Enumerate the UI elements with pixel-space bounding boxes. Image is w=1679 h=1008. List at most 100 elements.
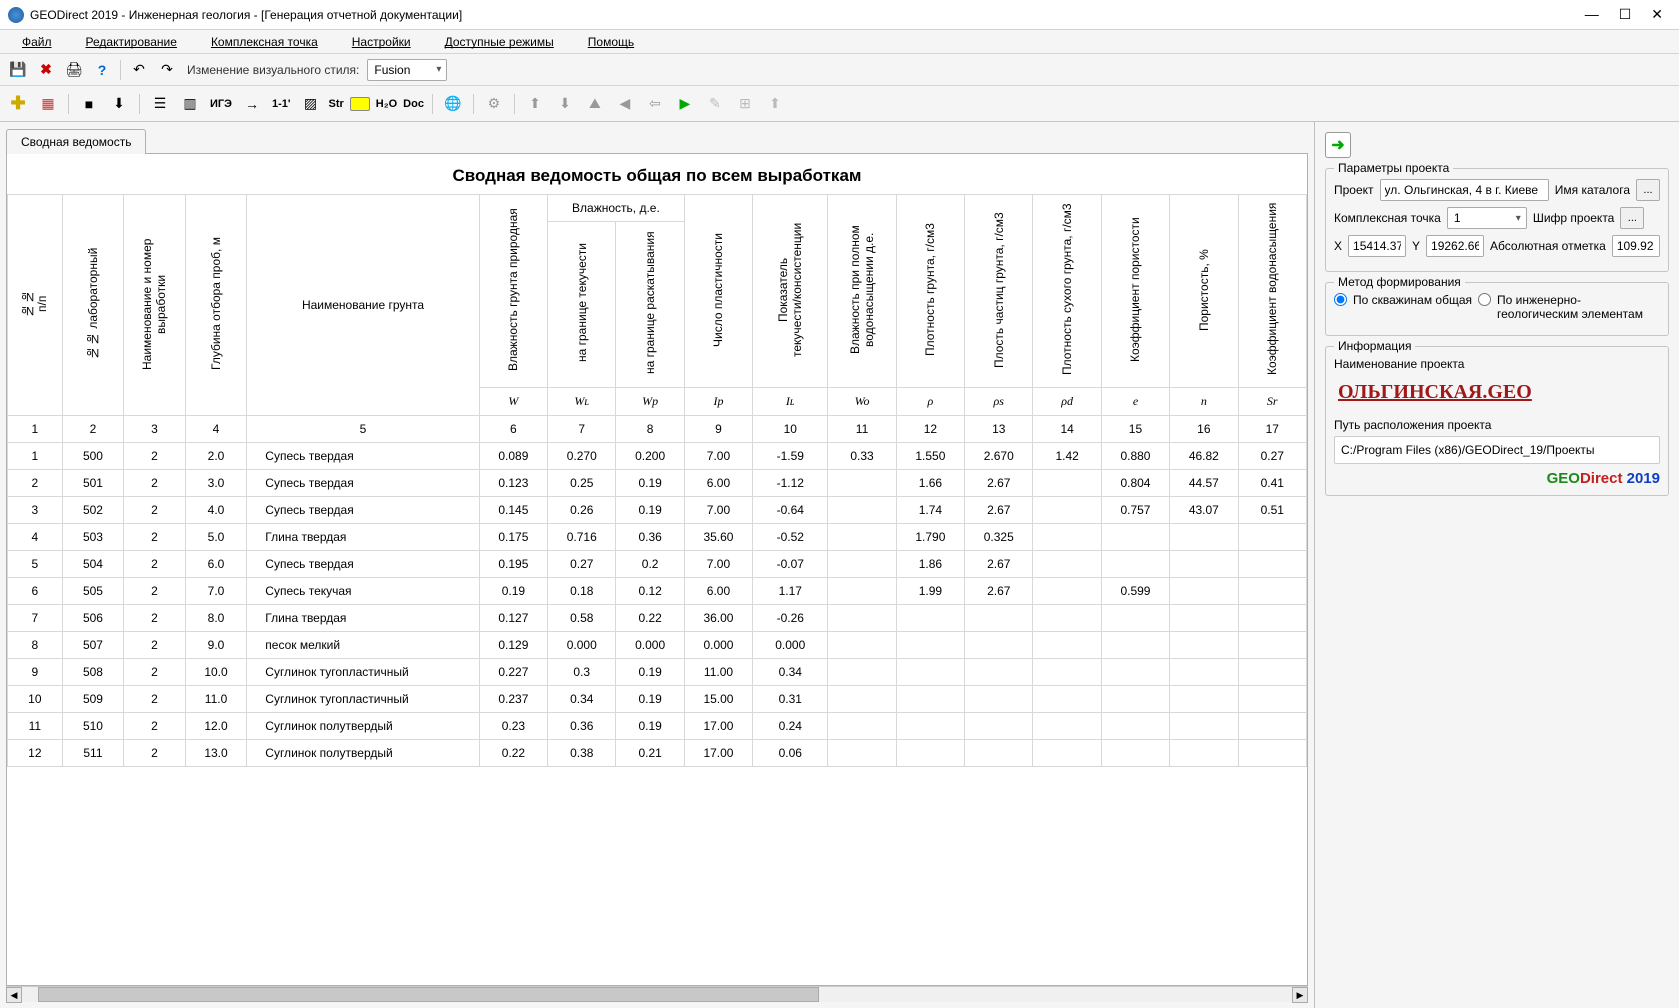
cell: Супесь текучая [247,578,479,605]
cell: 2 [124,659,186,686]
horizontal-scrollbar[interactable]: ◀ ▶ [6,986,1308,1002]
cell: 1.66 [896,470,964,497]
cell: 0.51 [1238,497,1306,524]
cell: 1 [8,443,63,470]
table-row[interactable]: 450325.0Глина твердая0.1750.7160.3635.60… [8,524,1307,551]
help-icon[interactable]: ? [90,58,114,82]
cipher-browse-button[interactable]: ... [1620,207,1644,229]
colnum-cell: 9 [684,416,752,443]
grid-icon[interactable]: ▦ [36,92,60,116]
catalog-browse-button[interactable]: ... [1636,179,1660,201]
cell: 503 [62,524,124,551]
colnum-cell: 4 [185,416,247,443]
menu-modes[interactable]: Доступные режимы [429,32,570,52]
cell: Супесь твердая [247,551,479,578]
globe-icon[interactable]: 🌐 [441,92,465,116]
colnum-cell: 14 [1033,416,1101,443]
cell: 0.18 [548,578,616,605]
menu-edit[interactable]: Редактирование [70,32,193,52]
edit-icon[interactable]: ✎ [703,92,727,116]
cell: 0.270 [548,443,616,470]
section-button[interactable]: 1-1' [270,92,293,116]
cell: 0.716 [548,524,616,551]
cell [828,632,896,659]
back-icon[interactable]: ⇦ [643,92,667,116]
maximize-button[interactable]: ☐ [1619,6,1632,23]
cell: 9.0 [185,632,247,659]
arrow-right-icon[interactable]: → [240,92,264,116]
down-arrow-icon[interactable]: ⬇ [553,92,577,116]
table-row[interactable]: 550426.0Супесь твердая0.1950.270.27.00-0… [8,551,1307,578]
table-row[interactable]: 12511213.0Суглинок полутвердый0.220.380.… [8,740,1307,767]
radio-by-wells[interactable] [1334,293,1347,306]
table-row[interactable]: 150022.0Супесь твердая0.0890.2700.2007.0… [8,443,1307,470]
style-combo[interactable]: Fusion [367,59,447,81]
up-arrow-icon[interactable]: ⬆ [523,92,547,116]
tab-summary[interactable]: Сводная ведомость [6,129,146,154]
yellow-box-icon[interactable] [350,97,370,111]
project-name-link[interactable]: ОЛЬГИНСКАЯ.GEO [1334,375,1660,410]
y-input[interactable] [1426,235,1484,257]
download-icon[interactable]: ⬇ [107,92,131,116]
cell: 508 [62,659,124,686]
table-row[interactable]: 650527.0Супесь текучая0.190.180.126.001.… [8,578,1307,605]
list-icon[interactable]: ☰ [148,92,172,116]
up2-icon[interactable]: ⬆ [763,92,787,116]
undo-icon[interactable]: ↶ [127,58,151,82]
play-icon[interactable]: ▶ [673,92,697,116]
chart-icon[interactable]: ▥ [178,92,202,116]
snap-icon[interactable]: ⊞ [733,92,757,116]
menu-complex[interactable]: Комплексная точка [195,32,334,52]
table-row[interactable]: 750628.0Глина твердая0.1270.580.2236.00-… [8,605,1307,632]
menu-help[interactable]: Помощь [572,32,650,52]
str-button[interactable]: Str [328,92,343,116]
radio-by-ige[interactable] [1478,293,1491,306]
cell: 0.19 [616,686,684,713]
gear-icon[interactable]: ⚙ [482,92,506,116]
minimize-button[interactable]: — [1585,6,1599,23]
cell: 0.21 [616,740,684,767]
print-icon[interactable]: 🖨 [62,58,86,82]
cell: 1.74 [896,497,964,524]
cell: 44.57 [1170,470,1238,497]
cell: Супесь твердая [247,443,479,470]
cell [828,740,896,767]
close-button[interactable]: ✕ [1651,6,1663,23]
table-row[interactable]: 350224.0Супесь твердая0.1450.260.197.00-… [8,497,1307,524]
cell: 0.24 [753,713,828,740]
project-input[interactable] [1380,179,1549,201]
abs-input[interactable] [1612,235,1660,257]
table-row[interactable]: 9508210.0Суглинок тугопластичный0.2270.3… [8,659,1307,686]
cell: 2 [124,524,186,551]
cell: 0.58 [548,605,616,632]
doc-button[interactable]: Doc [403,92,424,116]
cell [1238,524,1306,551]
symbol-cell: W [479,388,547,416]
cell: 0.25 [548,470,616,497]
symbol-cell: Iʟ [753,388,828,416]
image-icon[interactable]: ⛰ [583,92,607,116]
x-input[interactable] [1348,235,1406,257]
table-row[interactable]: 10509211.0Суглинок тугопластичный0.2370.… [8,686,1307,713]
prev-icon[interactable]: ◀ [613,92,637,116]
cell: 510 [62,713,124,740]
complex-combo[interactable]: 1 [1447,207,1527,229]
add-icon[interactable]: ✚ [6,92,30,116]
table-row[interactable]: 850729.0песок мелкий0.1290.0000.0000.000… [8,632,1307,659]
title-bar: GEODirect 2019 - Инженерная геология - [… [0,0,1679,30]
h2o-button[interactable]: H₂O [376,92,397,116]
redo-icon[interactable]: ↷ [155,58,179,82]
save-icon[interactable]: 💾 [6,58,30,82]
delete-icon[interactable]: ✖ [34,58,58,82]
black-square-icon[interactable]: ■ [77,92,101,116]
ige-button[interactable]: ИГЭ [208,92,234,116]
table-row[interactable]: 11510212.0Суглинок полутвердый0.230.360.… [8,713,1307,740]
go-button[interactable]: ➜ [1325,132,1351,158]
hatch-icon[interactable]: ▨ [298,92,322,116]
col-ip: Число пластичности [711,205,725,375]
cell [896,713,964,740]
cell [965,713,1033,740]
menu-settings[interactable]: Настройки [336,32,427,52]
table-row[interactable]: 250123.0Супесь твердая0.1230.250.196.00-… [8,470,1307,497]
menu-file[interactable]: Файл [6,32,68,52]
